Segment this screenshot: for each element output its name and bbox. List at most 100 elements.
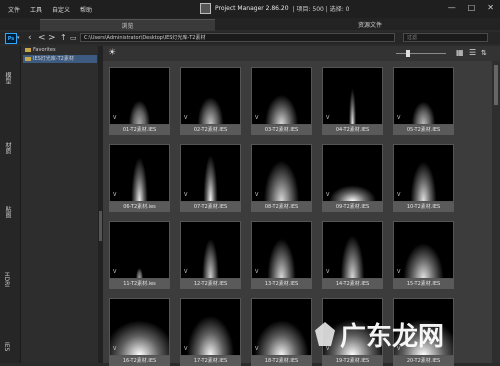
ies-thumbnail[interactable]: V 03-T2素材.IES [251,67,312,135]
thumbnail-caption: 18-T2素材.IES [251,356,312,366]
ies-thumbnail[interactable]: V 04-T2素材.IES [322,67,383,135]
ies-thumbnail[interactable]: V 06-T2素材.ies [109,144,170,212]
arrow-right-icon[interactable]: > [48,32,56,44]
light-preview-image: V [180,144,241,202]
path-field[interactable]: C:\Users\Administrator\Desktop\IES灯光库-T2… [80,33,395,42]
ies-thumbnail[interactable]: V 18-T2素材.IES [251,298,312,366]
menu-customize[interactable]: 自定义 [52,5,70,14]
scrollbar[interactable] [492,61,500,363]
thumbnail-tag: V [184,269,188,275]
tree-item-label: Favorites [33,47,56,53]
folder-icon [25,48,31,52]
thumbnail-tag: V [326,192,330,198]
light-preview-image: V [393,67,454,125]
menu-file[interactable]: 文件 [8,5,20,14]
light-preview-image: V [251,298,312,356]
ies-thumbnail[interactable]: V 02-T2素材.IES [180,67,241,135]
thumb-size-slider-knob[interactable] [406,50,410,57]
splitter-grip[interactable] [99,211,102,241]
thumbnail-caption: 02-T2素材.IES [180,125,241,135]
thumbnail-caption: 13-T2素材.IES [251,279,312,289]
light-preview-image: V [393,221,454,279]
light-preview-image: V [180,298,241,356]
thumbnail-caption: 05-T2素材.IES [393,125,454,135]
thumbnail-caption: 04-T2素材.IES [322,125,383,135]
thumbnail-tag: V [397,269,401,275]
sort-icon[interactable]: ⇅ [481,49,487,57]
thumbnail-caption: 15-T2素材.IES [393,279,454,289]
thumbnail-tag: V [255,346,259,352]
ies-thumbnail[interactable]: V 15-T2素材.IES [393,221,454,289]
light-preview-image: V [109,67,170,125]
thumbnail-caption: 17-T2素材.IES [180,356,241,366]
list-view-icon[interactable]: ☰ [469,49,476,57]
category-hdri[interactable]: HDRI [3,272,10,287]
light-preview-image: V [180,67,241,125]
category-models[interactable]: 模型 [3,72,12,84]
menu-help[interactable]: 帮助 [80,5,92,14]
ies-thumbnail[interactable]: V 11-T2素材.ies [109,221,170,289]
back-arrow-icon[interactable]: ‹ [28,32,32,44]
ies-thumbnail[interactable]: V 10-T2素材.IES [393,144,454,212]
grid-view-icon[interactable]: ▦ [456,49,464,57]
folder-icon[interactable]: ▭ [70,32,77,44]
ies-thumbnail[interactable]: V 13-T2素材.IES [251,221,312,289]
thumbnail-tag: V [113,269,117,275]
category-materials[interactable]: 材质 [3,142,12,154]
thumbnail-tag: V [255,115,259,121]
light-preview-image: V [180,221,241,279]
thumbnail-caption: 10-T2素材.IES [393,202,454,212]
ies-thumbnail[interactable]: V 12-T2素材.IES [180,221,241,289]
category-strip: 模型 材质 贴图 HDRI IES [0,46,21,363]
light-preview-image: V [322,144,383,202]
tab-resources[interactable]: 资源文件 [330,19,410,30]
brightness-icon[interactable]: ☀ [108,49,116,58]
tab-browse[interactable]: 浏览 [40,19,215,31]
ies-thumbnail[interactable]: V 17-T2素材.IES [180,298,241,366]
light-preview-image: V [251,144,312,202]
thumbnail-tag: V [255,269,259,275]
close-button[interactable]: ✕ [487,3,494,12]
title-bar: 文件 工具 自定义 帮助 Project Manager 2.86.20 | 项… [0,0,500,18]
folder-icon [25,57,31,61]
light-preview-image: V [109,221,170,279]
thumbnail-caption: 12-T2素材.IES [180,279,241,289]
light-preview-image: V [393,144,454,202]
category-ies[interactable]: IES [3,342,10,351]
maximize-button[interactable]: □ [468,3,476,12]
minimize-button[interactable]: — [448,3,456,12]
thumbnail-tag: V [184,115,188,121]
thumbnail-caption: 06-T2素材.ies [109,202,170,212]
thumbnail-tag: V [113,192,117,198]
scrollbar-thumb[interactable] [494,65,498,105]
arrow-left-icon[interactable]: < [38,32,46,44]
thumbnail-caption: 14-T2素材.IES [322,279,383,289]
thumb-size-slider[interactable] [396,53,446,54]
up-arrow-icon[interactable]: ↑ [60,32,67,44]
ies-thumbnail[interactable]: V 14-T2素材.IES [322,221,383,289]
ies-thumbnail[interactable]: V 07-T2素材.IES [180,144,241,212]
light-preview-image: V [251,221,312,279]
ies-thumbnail[interactable]: V 16-T2素材.IES [109,298,170,366]
thumbnail-caption: 01-T2素材.IES [109,125,170,135]
ies-thumbnail[interactable]: V 09-T2素材.IES [322,144,383,212]
category-textures[interactable]: 贴图 [3,206,12,218]
thumbnail-tag: V [326,269,330,275]
photoshop-icon[interactable]: Ps [5,33,17,44]
tree-item-ies-library[interactable]: IES灯光库-T2素材 [23,55,97,63]
app-stats: | 项目: 500 | 选择: 0 [292,6,350,13]
thumbnail-tag: V [255,192,259,198]
tree-item-favorites[interactable]: Favorites [23,46,56,54]
ies-thumbnail[interactable]: V 08-T2素材.IES [251,144,312,212]
chevron-down-icon[interactable]: ▾ [17,35,20,41]
thumbnail-tag: V [326,115,330,121]
tree-item-label: IES灯光库-T2素材 [33,56,74,62]
ies-thumbnail[interactable]: V 05-T2素材.IES [393,67,454,135]
light-preview-image: V [109,144,170,202]
thumbnail-tag: V [113,346,117,352]
thumbnail-caption: 11-T2素材.ies [109,279,170,289]
filter-input[interactable]: 过滤 [403,33,488,42]
ies-thumbnail[interactable]: V 01-T2素材.IES [109,67,170,135]
light-preview-image: V [322,221,383,279]
menu-tools[interactable]: 工具 [30,5,42,14]
